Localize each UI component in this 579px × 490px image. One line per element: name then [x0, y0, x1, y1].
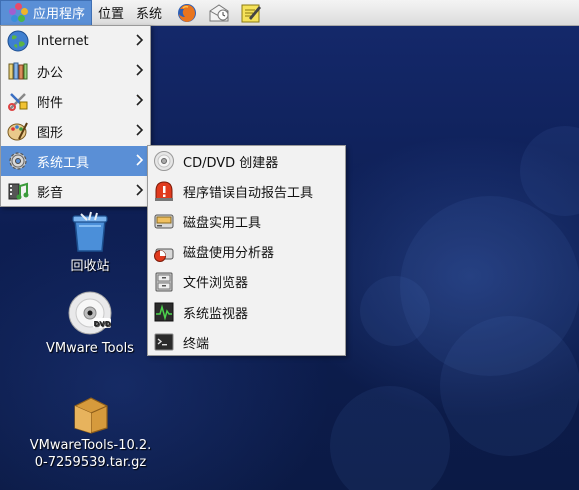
menu-item-graphics-label: 图形: [37, 125, 64, 141]
places-menu-button[interactable]: 位置: [92, 0, 130, 26]
chevron-right-icon: [136, 124, 144, 136]
graphics-icon: [7, 122, 28, 141]
office-icon: [8, 62, 28, 80]
menu-item-accessories-label: 附件: [37, 95, 64, 111]
multimedia-icon: [8, 182, 29, 200]
applications-menu: Internet 办公 附件 图形 系统工具 影音: [0, 25, 151, 207]
archive-icon: [73, 397, 108, 434]
chevron-right-icon: [136, 94, 144, 106]
submenu-item-bug-report-tool[interactable]: 程序错误自动报告工具: [148, 176, 345, 206]
system-menu-button[interactable]: 系统: [130, 0, 168, 26]
applications-logo-icon: [9, 2, 29, 23]
mail-icon: [209, 3, 229, 21]
accessories-icon: [8, 93, 28, 111]
submenu-item-bug-report-tool-label: 程序错误自动报告工具: [183, 185, 314, 201]
applications-menu-button[interactable]: 应用程序: [0, 0, 93, 26]
cd-icon: [154, 151, 174, 172]
trash-icon: [72, 211, 108, 252]
places-menu-label: 位置: [98, 7, 125, 22]
svg-text:DVD: DVD: [93, 320, 110, 328]
disk-usage-icon: [154, 248, 174, 262]
chevron-right-icon: [136, 154, 144, 166]
system-tools-submenu: CD/DVD 创建器 程序错误自动报告工具 磁盘实用工具 磁盘使用分析器 文件浏…: [147, 145, 346, 356]
menu-item-internet[interactable]: Internet: [1, 26, 150, 56]
system-menu-label: 系统: [136, 7, 163, 22]
submenu-item-file-browser[interactable]: 文件浏览器: [148, 267, 345, 297]
file-browser-icon: [155, 272, 173, 292]
chevron-right-icon: [136, 34, 144, 46]
submenu-item-disk-utility-label: 磁盘实用工具: [183, 215, 262, 231]
archive-label-line2: 0-7259539.tar.gz: [34, 455, 147, 470]
trash-desktop-icon[interactable]: 回收站: [55, 208, 125, 275]
applications-menu-label: 应用程序: [33, 7, 86, 22]
submenu-item-file-browser-label: 文件浏览器: [183, 276, 249, 292]
menu-item-multimedia-label: 影音: [37, 185, 64, 201]
submenu-item-disk-usage-analyzer-label: 磁盘使用分析器: [183, 246, 275, 262]
menu-item-office-label: 办公: [37, 65, 64, 81]
submenu-item-cd-dvd-creator-label: CD/DVD 创建器: [183, 155, 279, 171]
gear-icon: [9, 152, 27, 170]
menu-item-system-tools[interactable]: 系统工具: [1, 146, 150, 176]
note-editor-icon: [241, 4, 262, 22]
alert-icon: [155, 181, 173, 202]
vmware-tools-archive-desktop-icon[interactable]: VMwareTools-10.2. 0-7259539.tar.gz: [18, 392, 163, 471]
top-panel: 应用程序 位置 系统: [0, 0, 579, 26]
system-monitor-icon: [154, 302, 174, 322]
menu-item-graphics[interactable]: 图形: [1, 116, 150, 146]
menu-item-accessories[interactable]: 附件: [1, 86, 150, 116]
submenu-item-disk-usage-analyzer[interactable]: 磁盘使用分析器: [148, 237, 345, 267]
chevron-right-icon: [136, 64, 144, 76]
disk-icon: [154, 214, 174, 229]
menu-item-system-tools-label: 系统工具: [37, 155, 90, 171]
vmware-tools-label: VMware Tools: [46, 341, 134, 356]
submenu-item-terminal-label: 终端: [183, 336, 210, 352]
submenu-item-system-monitor[interactable]: 系统监视器: [148, 297, 345, 327]
menu-item-multimedia[interactable]: 影音: [1, 176, 150, 206]
menu-item-office[interactable]: 办公: [1, 56, 150, 86]
submenu-item-system-monitor-label: 系统监视器: [183, 306, 249, 322]
chevron-right-icon: [136, 184, 144, 196]
globe-icon: [7, 30, 29, 52]
archive-label-line1: VMwareTools-10.2.: [29, 438, 152, 453]
dvd-icon: DVD: [68, 291, 112, 335]
submenu-item-terminal[interactable]: 终端: [148, 327, 345, 357]
submenu-item-disk-utility[interactable]: 磁盘实用工具: [148, 206, 345, 236]
firefox-launcher[interactable]: [176, 2, 198, 24]
mail-launcher[interactable]: [208, 2, 230, 24]
trash-label: 回收站: [70, 259, 110, 274]
vmware-tools-desktop-icon[interactable]: DVD VMware Tools: [40, 290, 140, 357]
terminal-icon: [154, 333, 174, 351]
firefox-icon: [178, 3, 197, 22]
menu-item-internet-label: Internet: [37, 33, 89, 49]
submenu-item-cd-dvd-creator[interactable]: CD/DVD 创建器: [148, 146, 345, 176]
note-editor-launcher[interactable]: [240, 2, 262, 24]
